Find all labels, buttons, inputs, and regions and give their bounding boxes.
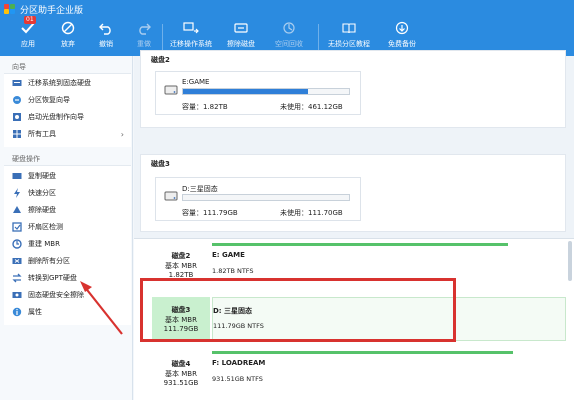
disk3-capacity: 容量：111.79GB	[182, 209, 238, 217]
disk2-card[interactable]: 磁盘2 E:GAME 容量：1.82TB 未使用：461.12GB	[140, 50, 566, 128]
highlight-box	[140, 278, 456, 342]
drive-icon	[164, 191, 178, 201]
disk3-label: 磁盘3	[151, 160, 170, 168]
disk2-usage-bar	[182, 88, 350, 95]
disk2-usage-fill	[183, 89, 308, 94]
disk3-usage-bar	[182, 194, 350, 201]
partition-usage-bar	[212, 351, 513, 354]
drive-icon	[164, 85, 178, 95]
disk-row-4[interactable]: 磁盘4 基本 MBR 931.51GB F: LOADREAM 931.51GB…	[140, 347, 572, 399]
disk2-capacity: 容量：1.82TB	[182, 103, 228, 111]
disk-row-4-info: 磁盘4 基本 MBR 931.51GB	[163, 360, 199, 387]
disk3-partition-box[interactable]: D:三星固态 容量：111.79GB 未使用：111.70GB	[155, 177, 361, 221]
disk-view-area: 磁盘2 E:GAME 容量：1.82TB 未使用：461.12GB 磁盘3 D:…	[134, 50, 574, 400]
disk2-label: 磁盘2	[151, 56, 170, 64]
disk2-partition-name: E:GAME	[182, 78, 210, 86]
disk-row-4-partition[interactable]: F: LOADREAM 931.51GB NTFS	[212, 351, 566, 395]
scrollbar-thumb[interactable]	[568, 241, 572, 281]
disk2-free: 未使用：461.12GB	[280, 103, 343, 111]
partition-usage-bar	[212, 243, 508, 246]
disk3-partition-name: D:三星固态	[182, 185, 218, 193]
disk3-free: 未使用：111.70GB	[280, 209, 343, 217]
disk2-partition-box[interactable]: E:GAME 容量：1.82TB 未使用：461.12GB	[155, 71, 361, 115]
disk3-card[interactable]: 磁盘3 D:三星固态 容量：111.79GB 未使用：111.70GB	[140, 154, 566, 232]
